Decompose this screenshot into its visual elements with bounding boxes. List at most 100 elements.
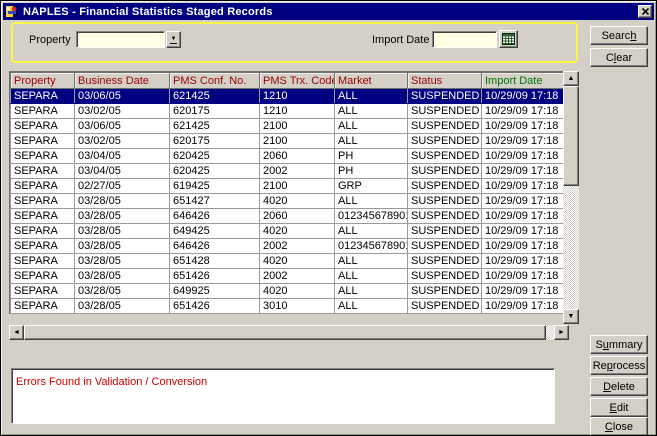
table-cell[interactable]: 03/06/05 — [75, 119, 170, 134]
table-cell[interactable]: SEPARA — [11, 179, 75, 194]
table-cell[interactable]: 4020 — [260, 284, 335, 299]
edit-button[interactable]: Edit — [590, 398, 648, 417]
table-cell[interactable]: 2100 — [260, 119, 335, 134]
close-button-bottom[interactable]: Close — [590, 417, 648, 436]
table-cell[interactable]: 2060 — [260, 149, 335, 164]
table-cell[interactable]: SEPARA — [11, 134, 75, 149]
table-cell[interactable]: 4020 — [260, 254, 335, 269]
table-cell[interactable]: 01234567890123 — [335, 209, 408, 224]
table-cell[interactable]: 2100 — [260, 179, 335, 194]
table-cell[interactable]: SUSPENDED — [408, 209, 482, 224]
table-cell[interactable]: SEPARA — [11, 119, 75, 134]
table-cell[interactable]: 620175 — [170, 104, 260, 119]
reprocess-button[interactable]: Reprocess — [590, 356, 648, 375]
table-row[interactable]: SEPARA03/28/056494254020ALLSUSPENDED10/2… — [11, 224, 565, 239]
title-bar[interactable]: NAPLES - Financial Statistics Staged Rec… — [3, 3, 654, 20]
property-dropdown-button[interactable]: ▼ — [166, 31, 181, 48]
table-cell[interactable]: 2002 — [260, 164, 335, 179]
table-cell[interactable]: 619425 — [170, 179, 260, 194]
table-cell[interactable]: 4020 — [260, 224, 335, 239]
table-cell[interactable]: 10/29/09 17:18 — [482, 209, 565, 224]
table-cell[interactable]: 649925 — [170, 284, 260, 299]
table-cell[interactable]: 03/28/05 — [75, 194, 170, 209]
table-cell[interactable]: GRP — [335, 179, 408, 194]
table-cell[interactable]: 10/29/09 17:18 — [482, 224, 565, 239]
table-cell[interactable]: 620425 — [170, 149, 260, 164]
table-row[interactable]: SEPARA03/28/05646426200201234567890123SU… — [11, 239, 565, 254]
table-cell[interactable]: 10/29/09 17:18 — [482, 284, 565, 299]
table-cell[interactable]: 03/28/05 — [75, 224, 170, 239]
table-cell[interactable]: 651428 — [170, 254, 260, 269]
horizontal-scroll-thumb[interactable] — [24, 325, 546, 340]
table-cell[interactable]: SUSPENDED — [408, 269, 482, 284]
import-date-input[interactable] — [432, 31, 497, 48]
table-cell[interactable]: 620175 — [170, 134, 260, 149]
table-cell[interactable]: ALL — [335, 89, 408, 104]
table-cell[interactable]: SUSPENDED — [408, 284, 482, 299]
table-cell[interactable]: 03/28/05 — [75, 284, 170, 299]
table-row[interactable]: SEPARA03/28/056499254020ALLSUSPENDED10/2… — [11, 284, 565, 299]
table-cell[interactable]: 4020 — [260, 194, 335, 209]
calendar-button[interactable] — [499, 30, 518, 48]
table-cell[interactable]: SUSPENDED — [408, 89, 482, 104]
table-cell[interactable]: 10/29/09 17:18 — [482, 149, 565, 164]
table-cell[interactable]: PH — [335, 164, 408, 179]
table-cell[interactable]: 03/02/05 — [75, 104, 170, 119]
table-cell[interactable]: SUSPENDED — [408, 164, 482, 179]
table-cell[interactable]: SEPARA — [11, 194, 75, 209]
table-row[interactable]: SEPARA03/28/056514263010ALLSUSPENDED10/2… — [11, 299, 565, 314]
table-cell[interactable]: 651427 — [170, 194, 260, 209]
table-cell[interactable]: 651426 — [170, 269, 260, 284]
table-cell[interactable]: 10/29/09 17:18 — [482, 239, 565, 254]
table-row[interactable]: SEPARA02/27/056194252100GRPSUSPENDED10/2… — [11, 179, 565, 194]
table-cell[interactable]: 10/29/09 17:18 — [482, 299, 565, 314]
table-cell[interactable]: 03/28/05 — [75, 254, 170, 269]
table-cell[interactable]: ALL — [335, 269, 408, 284]
table-cell[interactable]: 651426 — [170, 299, 260, 314]
table-cell[interactable]: SEPARA — [11, 104, 75, 119]
table-cell[interactable]: 10/29/09 17:18 — [482, 269, 565, 284]
table-row[interactable]: SEPARA03/02/056201752100ALLSUSPENDED10/2… — [11, 134, 565, 149]
table-cell[interactable]: 03/28/05 — [75, 269, 170, 284]
table-cell[interactable]: PH — [335, 149, 408, 164]
table-cell[interactable]: SUSPENDED — [408, 134, 482, 149]
table-cell[interactable]: SUSPENDED — [408, 119, 482, 134]
table-cell[interactable]: 02/27/05 — [75, 179, 170, 194]
table-row[interactable]: SEPARA03/02/056201751210ALLSUSPENDED10/2… — [11, 104, 565, 119]
table-cell[interactable]: 2002 — [260, 239, 335, 254]
table-cell[interactable]: ALL — [335, 119, 408, 134]
table-cell[interactable]: 620425 — [170, 164, 260, 179]
table-cell[interactable]: SEPARA — [11, 224, 75, 239]
search-button[interactable]: Search — [590, 26, 648, 45]
table-cell[interactable]: SEPARA — [11, 284, 75, 299]
table-cell[interactable]: 1210 — [260, 89, 335, 104]
clear-button[interactable]: Clear — [590, 48, 648, 67]
table-cell[interactable]: SEPARA — [11, 269, 75, 284]
table-cell[interactable]: ALL — [335, 254, 408, 269]
table-cell[interactable]: SEPARA — [11, 89, 75, 104]
table-row[interactable]: SEPARA03/06/056214252100ALLSUSPENDED10/2… — [11, 119, 565, 134]
table-cell[interactable]: SUSPENDED — [408, 104, 482, 119]
horizontal-scrollbar[interactable]: ◄ ► — [9, 325, 569, 340]
table-cell[interactable]: 03/04/05 — [75, 164, 170, 179]
table-cell[interactable]: ALL — [335, 134, 408, 149]
table-cell[interactable]: SEPARA — [11, 209, 75, 224]
table-cell[interactable]: 1210 — [260, 104, 335, 119]
table-cell[interactable]: 2060 — [260, 209, 335, 224]
table-cell[interactable]: SUSPENDED — [408, 194, 482, 209]
table-cell[interactable]: 03/02/05 — [75, 134, 170, 149]
table-cell[interactable]: 10/29/09 17:18 — [482, 104, 565, 119]
table-cell[interactable]: 646426 — [170, 209, 260, 224]
table-cell[interactable]: SUSPENDED — [408, 299, 482, 314]
table-cell[interactable]: SEPARA — [11, 254, 75, 269]
scroll-left-button[interactable]: ◄ — [9, 325, 24, 340]
vertical-scroll-thumb[interactable] — [563, 86, 579, 186]
scroll-right-button[interactable]: ► — [554, 325, 569, 340]
table-cell[interactable]: SUSPENDED — [408, 224, 482, 239]
table-row[interactable]: SEPARA03/06/056214251210ALLSUSPENDED10/2… — [11, 89, 565, 104]
table-cell[interactable]: 10/29/09 17:18 — [482, 194, 565, 209]
table-cell[interactable]: ALL — [335, 104, 408, 119]
table-cell[interactable]: 2002 — [260, 269, 335, 284]
close-button[interactable] — [638, 5, 652, 18]
table-cell[interactable]: 03/28/05 — [75, 299, 170, 314]
